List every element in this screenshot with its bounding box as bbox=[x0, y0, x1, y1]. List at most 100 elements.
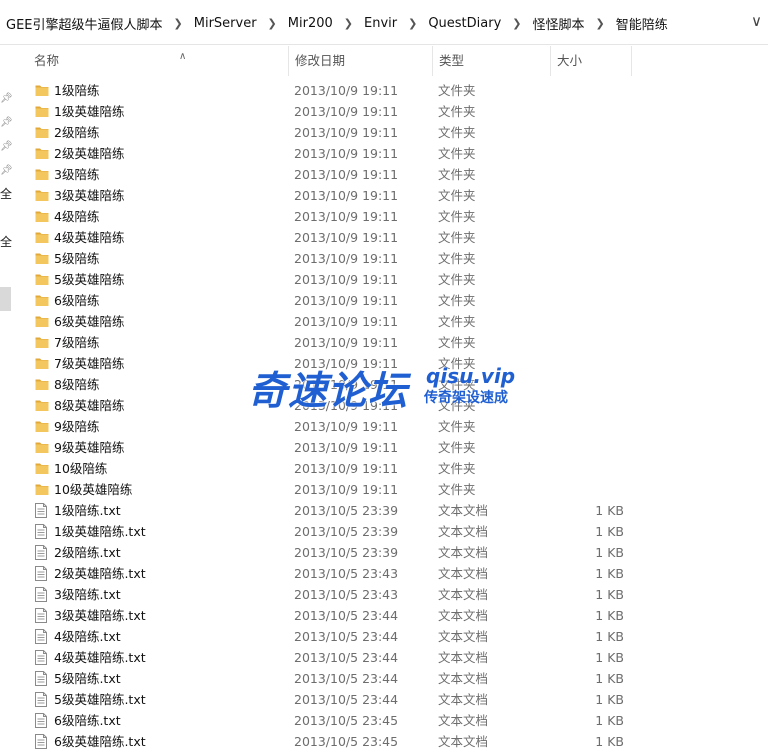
file-row[interactable]: 4级陪练 2013/10/9 19:11 文件夹 bbox=[0, 206, 768, 227]
file-type: 文件夹 bbox=[438, 440, 476, 455]
file-name: 1级陪练.txt bbox=[54, 503, 121, 518]
file-date: 2013/10/9 19:11 bbox=[294, 293, 399, 308]
file-type: 文本文档 bbox=[438, 671, 489, 686]
file-row[interactable]: 9级英雄陪练 2013/10/9 19:11 文件夹 bbox=[0, 437, 768, 458]
file-size: 1 KB bbox=[595, 587, 624, 602]
file-date: 2013/10/9 19:11 bbox=[294, 146, 399, 161]
breadcrumb-item-envir[interactable]: Envir bbox=[362, 16, 399, 31]
file-size: 1 KB bbox=[595, 629, 624, 644]
breadcrumb-item-mirserver[interactable]: MirServer bbox=[192, 16, 259, 31]
file-size: 1 KB bbox=[595, 713, 624, 728]
file-row[interactable]: 5级陪练 2013/10/9 19:11 文件夹 bbox=[0, 248, 768, 269]
file-row[interactable]: 3级英雄陪练 2013/10/9 19:11 文件夹 bbox=[0, 185, 768, 206]
file-name: 5级英雄陪练 bbox=[54, 272, 125, 287]
file-row[interactable]: 6级陪练 2013/10/9 19:11 文件夹 bbox=[0, 290, 768, 311]
column-type-header[interactable]: 类型 bbox=[432, 46, 550, 76]
dropdown-chevron-icon[interactable]: ∨ bbox=[751, 12, 762, 30]
file-name: 6级陪练 bbox=[54, 293, 100, 308]
breadcrumb-item-questdiary[interactable]: QuestDiary bbox=[426, 16, 503, 31]
file-size: 1 KB bbox=[595, 503, 624, 518]
file-date: 2013/10/9 19:11 bbox=[294, 272, 399, 287]
file-row[interactable]: 4级英雄陪练 2013/10/9 19:11 文件夹 bbox=[0, 227, 768, 248]
file-type: 文件夹 bbox=[438, 335, 476, 350]
file-name: 1级英雄陪练 bbox=[54, 104, 125, 119]
file-row[interactable]: 7级陪练 2013/10/9 19:11 文件夹 bbox=[0, 332, 768, 353]
chevron-right-icon[interactable]: ❯ bbox=[259, 17, 286, 30]
column-date-label: 修改日期 bbox=[295, 53, 346, 68]
chevron-right-icon[interactable]: ❯ bbox=[335, 17, 362, 30]
file-date: 2013/10/9 19:11 bbox=[294, 104, 399, 119]
file-row[interactable]: 5级英雄陪练.txt 2013/10/5 23:44 文本文档 1 KB bbox=[0, 689, 768, 710]
chevron-right-icon[interactable]: ❯ bbox=[503, 17, 530, 30]
file-size: 1 KB bbox=[595, 566, 624, 581]
breadcrumb-item-current[interactable]: 智能陪练 bbox=[614, 14, 670, 33]
chevron-right-icon[interactable]: ❯ bbox=[587, 17, 614, 30]
breadcrumb-item-guaiguai[interactable]: 怪怪脚本 bbox=[531, 14, 587, 33]
file-row[interactable]: 7级英雄陪练 2013/10/9 19:11 文件夹 bbox=[0, 353, 768, 374]
file-type: 文件夹 bbox=[438, 167, 476, 182]
file-name: 2级英雄陪练 bbox=[54, 146, 125, 161]
column-size-label: 大小 bbox=[557, 53, 583, 68]
chevron-right-icon[interactable]: ❯ bbox=[399, 17, 426, 30]
file-row[interactable]: 9级陪练 2013/10/9 19:11 文件夹 bbox=[0, 416, 768, 437]
file-row[interactable]: 5级陪练.txt 2013/10/5 23:44 文本文档 1 KB bbox=[0, 668, 768, 689]
file-list: 1级陪练 2013/10/9 19:11 文件夹 1级英雄陪练 2013/10/9 19… bbox=[0, 80, 768, 752]
file-size: 1 KB bbox=[595, 608, 624, 623]
file-type: 文本文档 bbox=[438, 650, 489, 665]
file-row[interactable]: 1级英雄陪练.txt 2013/10/5 23:39 文本文档 1 KB bbox=[0, 521, 768, 542]
file-type: 文件夹 bbox=[438, 482, 476, 497]
breadcrumb-item-mir200[interactable]: Mir200 bbox=[286, 16, 335, 31]
column-name-header[interactable]: 名称 ∧ bbox=[28, 46, 288, 76]
file-name: 10级英雄陪练 bbox=[54, 482, 133, 497]
file-date: 2013/10/9 19:11 bbox=[294, 230, 399, 245]
file-row[interactable]: 3级陪练.txt 2013/10/5 23:43 文本文档 1 KB bbox=[0, 584, 768, 605]
file-size: 1 KB bbox=[595, 692, 624, 707]
sort-ascending-icon: ∧ bbox=[179, 51, 187, 62]
file-row[interactable]: 2级英雄陪练 2013/10/9 19:11 文件夹 bbox=[0, 143, 768, 164]
file-date: 2013/10/9 19:11 bbox=[294, 356, 399, 371]
file-row[interactable]: 6级陪练.txt 2013/10/5 23:45 文本文档 1 KB bbox=[0, 710, 768, 731]
file-date: 2013/10/5 23:39 bbox=[294, 503, 399, 518]
file-row[interactable]: 10级英雄陪练 2013/10/9 19:11 文件夹 bbox=[0, 479, 768, 500]
file-row[interactable]: 5级英雄陪练 2013/10/9 19:11 文件夹 bbox=[0, 269, 768, 290]
chevron-right-icon[interactable]: ❯ bbox=[165, 17, 192, 30]
file-row[interactable]: 4级英雄陪练.txt 2013/10/5 23:44 文本文档 1 KB bbox=[0, 647, 768, 668]
file-row[interactable]: 1级陪练.txt 2013/10/5 23:39 文本文档 1 KB bbox=[0, 500, 768, 521]
file-row[interactable]: 8级陪练 2013/10/9 19:11 文件夹 bbox=[0, 374, 768, 395]
file-name: 3级陪练 bbox=[54, 167, 100, 182]
file-date: 2013/10/9 19:11 bbox=[294, 419, 399, 434]
address-bar[interactable]: GEE引擎超级牛逼假人脚本 ❯ MirServer ❯ Mir200 ❯ Env… bbox=[0, 0, 768, 45]
file-row[interactable]: 2级陪练.txt 2013/10/5 23:39 文本文档 1 KB bbox=[0, 542, 768, 563]
file-type: 文件夹 bbox=[438, 209, 476, 224]
file-row[interactable]: 2级陪练 2013/10/9 19:11 文件夹 bbox=[0, 122, 768, 143]
file-type: 文件夹 bbox=[438, 356, 476, 371]
file-name: 4级陪练.txt bbox=[54, 629, 121, 644]
file-size: 1 KB bbox=[595, 734, 624, 749]
file-row[interactable]: 6级英雄陪练.txt 2013/10/5 23:45 文本文档 1 KB bbox=[0, 731, 768, 752]
file-name: 2级陪练 bbox=[54, 125, 100, 140]
file-name: 5级英雄陪练.txt bbox=[54, 692, 146, 707]
file-row[interactable]: 2级英雄陪练.txt 2013/10/5 23:43 文本文档 1 KB bbox=[0, 563, 768, 584]
file-row[interactable]: 1级陪练 2013/10/9 19:11 文件夹 bbox=[0, 80, 768, 101]
column-date-header[interactable]: 修改日期 bbox=[288, 46, 432, 76]
column-size-header[interactable]: 大小 bbox=[550, 46, 632, 76]
file-date: 2013/10/9 19:11 bbox=[294, 209, 399, 224]
breadcrumb-item-root[interactable]: GEE引擎超级牛逼假人脚本 bbox=[4, 14, 165, 33]
file-size: 1 KB bbox=[595, 545, 624, 560]
file-type: 文件夹 bbox=[438, 314, 476, 329]
file-size: 1 KB bbox=[595, 650, 624, 665]
file-row[interactable]: 3级英雄陪练.txt 2013/10/5 23:44 文本文档 1 KB bbox=[0, 605, 768, 626]
file-row[interactable]: 6级英雄陪练 2013/10/9 19:11 文件夹 bbox=[0, 311, 768, 332]
file-row[interactable]: 3级陪练 2013/10/9 19:11 文件夹 bbox=[0, 164, 768, 185]
file-row[interactable]: 10级陪练 2013/10/9 19:11 文件夹 bbox=[0, 458, 768, 479]
file-date: 2013/10/5 23:44 bbox=[294, 629, 399, 644]
file-type: 文件夹 bbox=[438, 125, 476, 140]
file-row[interactable]: 4级陪练.txt 2013/10/5 23:44 文本文档 1 KB bbox=[0, 626, 768, 647]
file-name: 2级陪练.txt bbox=[54, 545, 121, 560]
file-row[interactable]: 1级英雄陪练 2013/10/9 19:11 文件夹 bbox=[0, 101, 768, 122]
file-date: 2013/10/5 23:44 bbox=[294, 608, 399, 623]
file-type: 文件夹 bbox=[438, 251, 476, 266]
file-row[interactable]: 8级英雄陪练 2013/10/9 19:11 文件夹 bbox=[0, 395, 768, 416]
column-type-label: 类型 bbox=[439, 53, 465, 68]
file-date: 2013/10/9 19:11 bbox=[294, 398, 399, 413]
